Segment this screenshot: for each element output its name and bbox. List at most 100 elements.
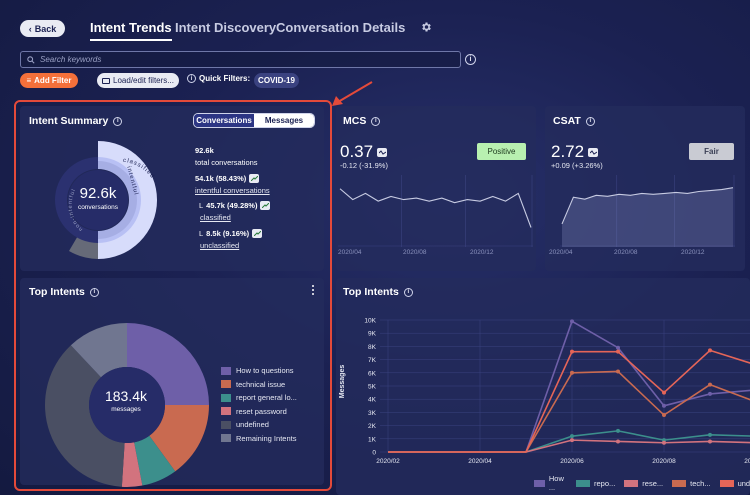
y-tick-label: 6K xyxy=(368,370,377,377)
tab-conversation-details[interactable]: Conversation Details xyxy=(276,20,405,35)
mcs-title-text: MCS xyxy=(343,115,367,127)
series-point xyxy=(616,428,620,433)
legend-swatch xyxy=(672,479,687,487)
add-filter-label: Add Filter xyxy=(34,76,72,85)
y-tick-label: 5K xyxy=(368,384,377,391)
legend-label: How ... xyxy=(548,474,564,492)
quick-filters-label: i Quick Filters: xyxy=(187,74,250,83)
legend-label: unde... xyxy=(737,478,750,488)
y-tick-label: 3K xyxy=(368,410,377,417)
info-icon[interactable]: i xyxy=(371,116,381,126)
legend-label: tech... xyxy=(690,478,711,488)
x-tick-label: 2020/10 xyxy=(744,458,750,465)
series-point xyxy=(662,440,666,445)
top-intents-right-title: Top Intents i xyxy=(343,286,413,298)
add-filter-button[interactable]: ≡ Add Filter xyxy=(20,73,78,88)
mcs-change: -0.12 (-31.9%) xyxy=(340,161,388,170)
folder-icon xyxy=(102,77,111,84)
series-line xyxy=(388,320,750,453)
tab-intent-trends[interactable]: Intent Trends xyxy=(90,20,172,41)
legend-item[interactable]: tech... xyxy=(672,474,711,492)
trend-flat-icon[interactable] xyxy=(377,147,388,157)
x-tick-label: 2020/04 xyxy=(468,458,492,465)
csat-change: +0.09 (+3.26%) xyxy=(551,161,603,170)
series-point xyxy=(570,370,574,375)
series-point xyxy=(708,348,712,353)
mcs-value: 0.37 xyxy=(340,142,388,162)
y-tick-label: 7K xyxy=(368,357,377,364)
top-intents-line-chart: 10K 9K 8K 7K 6K 5K 4K 3K 2K 1K 02020/02 2020/04 2020… xyxy=(364,318,750,465)
y-tick-label: 1K xyxy=(368,436,377,443)
series-point xyxy=(662,390,666,395)
sparkline-line xyxy=(339,188,532,228)
info-icon[interactable]: i xyxy=(585,116,595,126)
y-tick-label: 4K xyxy=(368,397,377,404)
csat-x-tick: 2020/08 xyxy=(614,249,638,256)
series-point xyxy=(708,432,712,437)
csat-title-text: CSAT xyxy=(553,115,581,127)
legend-label: rese... xyxy=(642,478,664,488)
y-tick-label: 2K xyxy=(368,423,377,430)
search-placeholder: Search keywords xyxy=(40,55,102,64)
legend-swatch xyxy=(719,479,734,487)
series-point xyxy=(662,413,666,418)
series-point xyxy=(570,438,574,443)
quick-filters-text: Quick Filters: xyxy=(199,74,251,83)
legend-item[interactable]: repo... xyxy=(576,474,615,492)
quick-filter-chip[interactable]: COVID-19 xyxy=(254,73,299,88)
chevron-left-icon: ‹ xyxy=(28,23,32,34)
top-intents-right-title-text: Top Intents xyxy=(343,286,399,298)
legend-item[interactable]: How ... xyxy=(534,474,567,492)
legend-swatch xyxy=(624,479,639,487)
line-chart-legend: How ... repo... rese... tech... unde... xyxy=(534,474,750,492)
load-edit-filters-button[interactable]: Load/edit filters... xyxy=(97,73,179,88)
legend-label: repo... xyxy=(594,478,616,488)
csat-value: 2.72 xyxy=(551,142,599,162)
y-tick-label: 8K xyxy=(368,344,377,351)
mcs-x-tick: 2020/04 xyxy=(338,249,362,256)
series-line xyxy=(388,439,750,453)
sparkline-area xyxy=(562,187,733,247)
mcs-x-tick: 2020/08 xyxy=(403,249,427,256)
highlight-frame xyxy=(14,100,332,491)
legend-item[interactable]: rese... xyxy=(624,474,663,492)
info-icon: i xyxy=(187,74,196,83)
gear-icon[interactable] xyxy=(420,21,432,33)
load-edit-label: Load/edit filters... xyxy=(113,76,174,85)
y-axis-label: Messages xyxy=(339,364,347,399)
series-point xyxy=(616,439,620,444)
annotation-arrow-icon xyxy=(332,81,373,106)
search-icon xyxy=(27,55,35,64)
csat-value-text: 2.72 xyxy=(551,142,585,161)
series-point xyxy=(570,319,574,324)
x-tick-label: 2020/02 xyxy=(376,458,400,465)
series-point xyxy=(570,434,574,439)
y-tick-label: 0 xyxy=(372,450,376,457)
y-tick-label: 10K xyxy=(364,318,376,325)
y-tick-label: 9K xyxy=(368,331,377,338)
search-input[interactable]: Search keywords xyxy=(20,51,461,68)
series-point xyxy=(616,369,620,374)
series-point xyxy=(570,349,574,354)
mcs-status-badge: Positive xyxy=(477,143,526,160)
back-button[interactable]: ‹ Back xyxy=(20,20,65,37)
series-point xyxy=(616,345,620,350)
mcs-title: MCS i xyxy=(343,115,381,127)
trend-flat-icon[interactable] xyxy=(588,147,599,157)
x-tick-label: 2020/06 xyxy=(560,458,584,465)
info-icon[interactable]: i xyxy=(403,287,413,297)
csat-sparkline xyxy=(560,175,735,247)
series-point xyxy=(708,391,712,396)
mcs-sparkline xyxy=(338,175,533,247)
x-tick-label: 2020/08 xyxy=(652,458,676,465)
legend-swatch xyxy=(576,479,591,487)
filter-icon: ≡ xyxy=(26,76,32,85)
tab-intent-discovery[interactable]: Intent Discovery xyxy=(175,20,276,35)
series-point xyxy=(708,439,712,444)
back-label: Back xyxy=(34,23,57,34)
search-info-icon[interactable]: i xyxy=(465,54,476,65)
series-point xyxy=(616,349,620,354)
series-line xyxy=(388,370,750,453)
legend-item[interactable]: unde... xyxy=(719,474,750,492)
csat-title: CSAT i xyxy=(553,115,595,127)
